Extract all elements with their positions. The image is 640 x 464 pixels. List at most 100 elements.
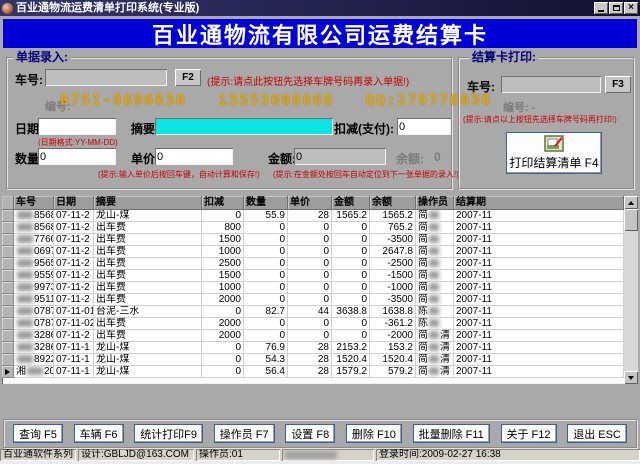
table-row[interactable]: 955907-11-2出车费1500000-1500简2007-11 bbox=[2, 270, 624, 282]
cell-balance: 153.2 bbox=[370, 342, 416, 354]
column-header[interactable]: 操作员 bbox=[416, 196, 454, 210]
toolbar-button-3[interactable]: 统计打印F9 bbox=[134, 424, 203, 443]
record-selector[interactable] bbox=[2, 366, 14, 378]
record-selector[interactable] bbox=[2, 318, 14, 330]
cell-period: 2007-11 bbox=[454, 282, 624, 294]
grid-body: 856807-11-2龙山-煤055.9281565.21565.2简2007-… bbox=[2, 210, 624, 378]
toolbar-button-6[interactable]: 删除 F10 bbox=[346, 424, 402, 443]
cell-deduct: 800 bbox=[202, 222, 244, 234]
record-selector[interactable] bbox=[2, 294, 14, 306]
column-header[interactable]: 数量 bbox=[244, 196, 288, 210]
select-car-f2-button[interactable]: F2 bbox=[175, 69, 201, 86]
toolbar-button-9[interactable]: 退出 ESC bbox=[567, 424, 627, 443]
amount-label: 金额: bbox=[268, 150, 296, 167]
table-row[interactable]: 湘208907-11-1龙山-煤056.4281579.2579.2简清2007… bbox=[2, 366, 624, 378]
table-row[interactable]: 892207-11-1龙山-煤054.3281520.41520.4简清2007… bbox=[2, 354, 624, 366]
column-header[interactable]: 扣减 bbox=[202, 196, 244, 210]
cell-carno: 0697 bbox=[14, 246, 54, 258]
entry-carno-input[interactable] bbox=[45, 69, 167, 86]
date-input[interactable] bbox=[38, 118, 116, 135]
amount-input[interactable] bbox=[294, 148, 386, 165]
column-header[interactable]: 日期 bbox=[54, 196, 94, 210]
censored-blur bbox=[17, 343, 33, 351]
cell-period: 2007-11 bbox=[454, 318, 624, 330]
cell-carno: 湘2089 bbox=[14, 366, 54, 378]
table-row[interactable]: 856807-11-2出车费800000765.2简2007-11 bbox=[2, 222, 624, 234]
record-selector[interactable] bbox=[2, 354, 14, 366]
censored-blur bbox=[429, 319, 439, 327]
cell-summary: 出车费 bbox=[94, 270, 202, 282]
vertical-scrollbar[interactable] bbox=[624, 196, 638, 384]
column-header[interactable]: 单价 bbox=[288, 196, 332, 210]
column-header[interactable]: 结算期 bbox=[454, 196, 624, 210]
column-header[interactable]: 摘要 bbox=[94, 196, 202, 210]
record-selector[interactable] bbox=[2, 306, 14, 318]
table-row[interactable]: 856807-11-2龙山-煤055.9281565.21565.2简2007-… bbox=[2, 210, 624, 222]
cell-price: 28 bbox=[288, 342, 332, 354]
table-row[interactable]: 956507-11-2出车费2500000-2500简2007-11 bbox=[2, 258, 624, 270]
table-row[interactable]: 078707-11-01台泥-三水082.7443638.81638.8陈200… bbox=[2, 306, 624, 318]
cell-date: 07-11-1 bbox=[54, 354, 94, 366]
toolbar-button-8[interactable]: 关于 F12 bbox=[501, 424, 557, 443]
record-selector[interactable] bbox=[2, 342, 14, 354]
table-row[interactable]: 328607-11-1龙山-煤076.9282153.2153.2简清2007-… bbox=[2, 342, 624, 354]
print-carno-input[interactable] bbox=[501, 76, 601, 93]
print-settlement-button[interactable]: 打印结算清单 F4 bbox=[506, 132, 602, 174]
scrollbar-down-icon[interactable] bbox=[624, 371, 638, 384]
cell-operator: 简 bbox=[416, 246, 454, 258]
select-car-f3-button[interactable]: F3 bbox=[605, 76, 631, 93]
grid-header: 车号日期摘要扣减数量单价金额余额操作员结算期 bbox=[2, 196, 624, 210]
censored-blur bbox=[429, 235, 439, 243]
toolbar-button-1[interactable]: 查询 F5 bbox=[13, 424, 63, 443]
scrollbar-thumb[interactable] bbox=[624, 209, 638, 231]
table-row[interactable]: 776007-11-2出车费1500000-3500简2007-11 bbox=[2, 234, 624, 246]
toolbar-button-5[interactable]: 设置 F8 bbox=[285, 424, 335, 443]
cell-price: 0 bbox=[288, 282, 332, 294]
record-selector[interactable] bbox=[2, 246, 14, 258]
cell-amount: 0 bbox=[332, 282, 370, 294]
cell-carno: 7760 bbox=[14, 234, 54, 246]
record-selector[interactable] bbox=[2, 222, 14, 234]
cell-date: 07-11-2 bbox=[54, 234, 94, 246]
censored-blur bbox=[429, 295, 439, 303]
record-selector[interactable] bbox=[2, 258, 14, 270]
table-row[interactable]: 328607-11-2出车费2000000-2000简清2007-11 bbox=[2, 330, 624, 342]
table-row[interactable]: 069707-11-2出车费10000002647.8简2007-11 bbox=[2, 246, 624, 258]
cell-operator: 简清 bbox=[416, 366, 454, 378]
censored-blur bbox=[17, 223, 33, 231]
cell-qty: 0 bbox=[244, 330, 288, 342]
record-selector[interactable] bbox=[2, 234, 14, 246]
cell-amount: 3638.8 bbox=[332, 306, 370, 318]
column-header[interactable]: 余额 bbox=[370, 196, 416, 210]
record-selector[interactable] bbox=[2, 210, 14, 222]
table-row[interactable]: 951107-11-2出车费2000000-3500简2007-11 bbox=[2, 294, 624, 306]
entry-carno-label: 车号: bbox=[15, 71, 43, 88]
scrollbar-up-icon[interactable] bbox=[624, 196, 638, 209]
deduct-input[interactable] bbox=[397, 118, 451, 135]
cell-period: 2007-11 bbox=[454, 294, 624, 306]
censored-blur bbox=[429, 223, 439, 231]
record-selector[interactable] bbox=[2, 330, 14, 342]
cell-qty: 0 bbox=[244, 318, 288, 330]
price-input[interactable] bbox=[155, 148, 233, 165]
summary-input[interactable] bbox=[155, 118, 333, 135]
close-icon[interactable]: × bbox=[624, 2, 638, 14]
toolbar-button-4[interactable]: 操作员 F7 bbox=[214, 424, 275, 443]
record-selector[interactable] bbox=[2, 270, 14, 282]
cell-balance: -3500 bbox=[370, 234, 416, 246]
record-selector[interactable] bbox=[2, 282, 14, 294]
toolbar-button-2[interactable]: 车辆 F6 bbox=[74, 424, 124, 443]
cell-operator: 简清 bbox=[416, 354, 454, 366]
toolbar-button-7[interactable]: 批量删除 F11 bbox=[413, 424, 490, 443]
table-row[interactable]: 078707-11-02出车费2000000-361.2陈2007-11 bbox=[2, 318, 624, 330]
cell-date: 07-11-2 bbox=[54, 294, 94, 306]
table-row[interactable]: 997307-11-2出车费1000000-1000简2007-11 bbox=[2, 282, 624, 294]
column-header[interactable]: 车号 bbox=[14, 196, 54, 210]
censored-blur bbox=[17, 295, 33, 303]
column-header[interactable]: 金额 bbox=[332, 196, 370, 210]
cell-summary: 出车费 bbox=[94, 330, 202, 342]
restore-icon[interactable] bbox=[609, 2, 623, 14]
qty-input[interactable] bbox=[38, 148, 116, 165]
cell-balance: -2000 bbox=[370, 330, 416, 342]
minimize-icon[interactable] bbox=[594, 2, 608, 14]
